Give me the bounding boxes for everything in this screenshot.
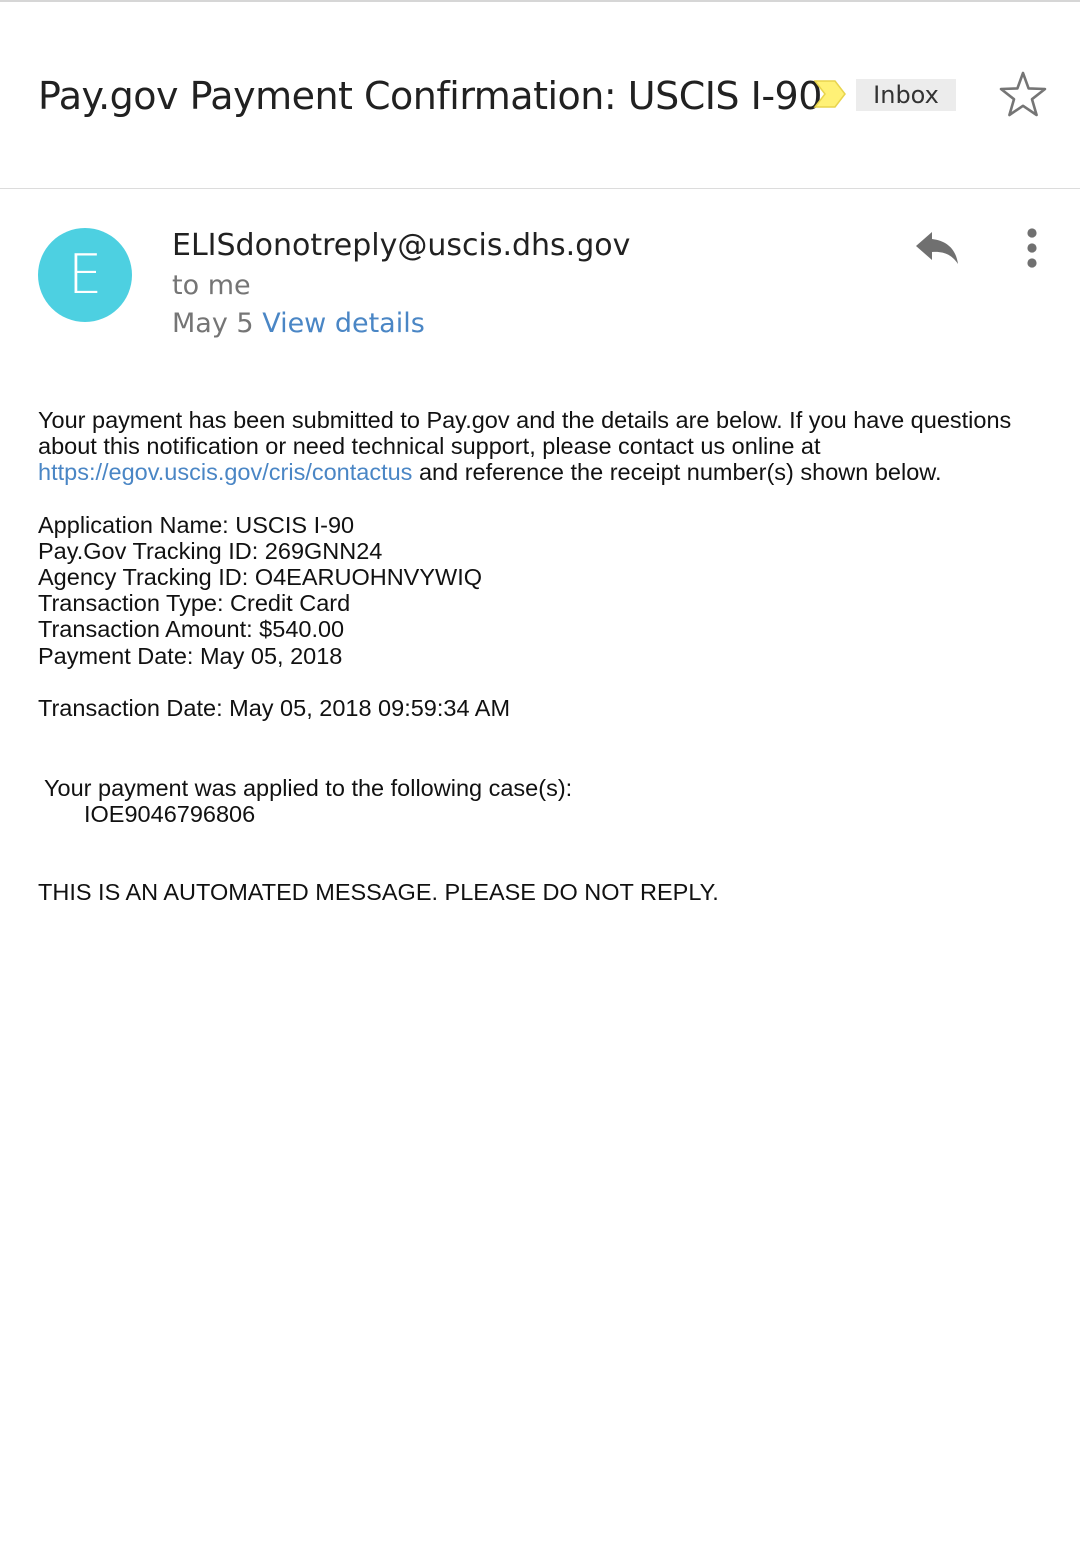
recipient-label: to me xyxy=(172,270,251,301)
detail-transaction-type: Transaction Type: Credit Card xyxy=(38,590,351,617)
intro-text: Your payment has been submitted to Pay.g… xyxy=(38,407,1012,460)
contact-us-link[interactable]: https://egov.uscis.gov/cris/contactus xyxy=(38,459,412,485)
importance-marker-icon[interactable] xyxy=(813,77,847,111)
date-row: May 5 View details xyxy=(172,306,425,342)
message-date: May 5 xyxy=(172,308,254,339)
star-icon[interactable] xyxy=(996,68,1050,122)
payment-details: Application Name: USCIS I-90 Pay.Gov Tra… xyxy=(38,512,1048,669)
case-number: IOE9046796806 xyxy=(84,801,256,828)
detail-paygov-tracking-id: Pay.Gov Tracking ID: 269GNN24 xyxy=(38,537,383,564)
automated-notice: THIS IS AN AUTOMATED MESSAGE. PLEASE DO … xyxy=(38,879,719,906)
sender-email: ELISdonotreply@uscis.dhs.gov xyxy=(172,228,631,263)
more-vert-icon[interactable] xyxy=(1012,222,1052,276)
sender-avatar[interactable]: E xyxy=(38,228,132,322)
detail-payment-date: Payment Date: May 05, 2018 xyxy=(38,642,343,669)
intro-paragraph: Your payment has been submitted to Pay.g… xyxy=(38,407,1048,486)
subject-header: Pay.gov Payment Confirmation: USCIS I-90… xyxy=(0,0,1080,189)
view-details-link[interactable]: View details xyxy=(262,308,425,339)
transaction-date: Transaction Date: May 05, 2018 09:59:34 … xyxy=(38,694,511,721)
intro-text-continued: and reference the receipt number(s) show… xyxy=(412,459,942,486)
inbox-label-chip[interactable]: Inbox xyxy=(856,79,956,111)
message-body: Your payment has been submitted to Pay.g… xyxy=(38,407,1048,906)
reply-icon[interactable] xyxy=(910,222,964,276)
detail-application-name: Application Name: USCIS I-90 xyxy=(38,511,355,538)
detail-agency-tracking-id: Agency Tracking ID: O4EARUOHNVYWIQ xyxy=(38,564,483,591)
email-subject: Pay.gov Payment Confirmation: USCIS I-90 xyxy=(38,74,822,118)
applied-cases-label: Your payment was applied to the followin… xyxy=(44,775,573,802)
detail-transaction-amount: Transaction Amount: $540.00 xyxy=(38,616,345,643)
